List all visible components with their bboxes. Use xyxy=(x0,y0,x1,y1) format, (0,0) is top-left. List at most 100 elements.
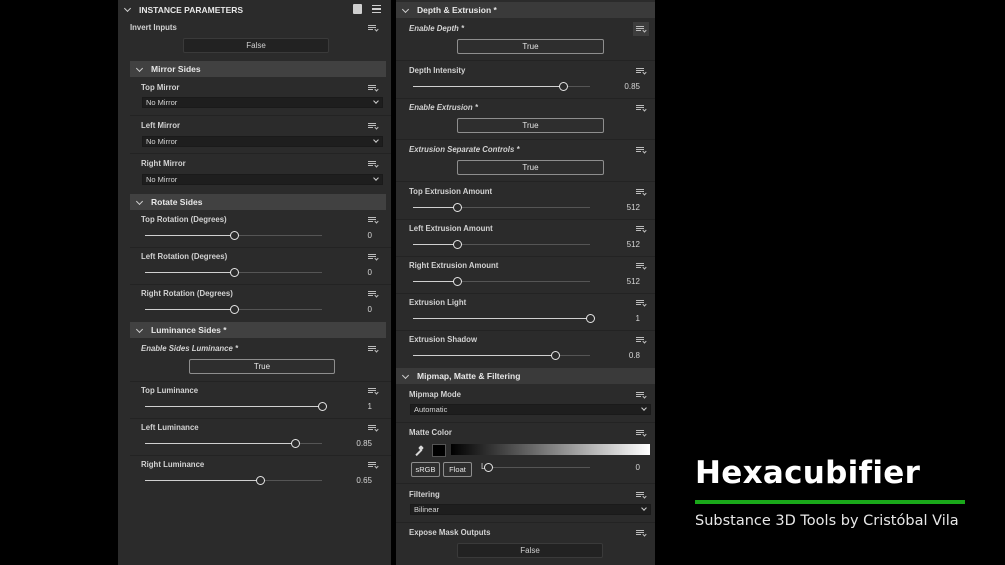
slider-handle[interactable] xyxy=(256,476,265,485)
top-rotation-value[interactable]: 0 xyxy=(332,231,372,240)
matte-gradient-bar[interactable] xyxy=(451,444,650,455)
preset-icon[interactable] xyxy=(353,4,362,14)
filtering-label: Filtering xyxy=(409,490,440,499)
extrusion-light-value[interactable]: 1 xyxy=(600,314,640,323)
invert-inputs-toggle[interactable]: False xyxy=(183,38,329,53)
left-extrusion-amount-value[interactable]: 512 xyxy=(600,240,640,249)
parameter-menu-icon[interactable] xyxy=(368,424,379,432)
left-luminance-slider[interactable] xyxy=(145,439,322,448)
parameter-menu-icon[interactable] xyxy=(636,336,647,344)
float-button[interactable]: Float xyxy=(443,462,472,477)
left-rotation-slider[interactable] xyxy=(145,268,322,277)
filtering-select[interactable]: Bilinear xyxy=(410,504,651,515)
parameter-menu-icon[interactable] xyxy=(368,216,379,224)
depth-extrusion-header[interactable]: Depth & Extrusion * xyxy=(396,2,655,18)
instance-parameters-header[interactable]: INSTANCE PARAMETERS xyxy=(118,1,391,18)
parameter-menu-icon[interactable] xyxy=(636,225,647,233)
slider-handle[interactable] xyxy=(551,351,560,360)
parameter-menu-icon[interactable] xyxy=(636,67,647,75)
parameter-menu-icon[interactable] xyxy=(636,146,647,154)
extrusion-shadow-value[interactable]: 0.8 xyxy=(600,351,640,360)
top-luminance-value[interactable]: 1 xyxy=(332,402,372,411)
parameter-menu-icon[interactable] xyxy=(368,345,379,353)
slider-handle[interactable] xyxy=(586,314,595,323)
chevron-down-icon[interactable] xyxy=(136,199,143,206)
top-mirror-select[interactable]: No Mirror xyxy=(142,97,383,108)
parameter-menu-icon[interactable] xyxy=(368,122,379,130)
top-extrusion-amount-label: Top Extrusion Amount xyxy=(409,187,493,196)
section-title: Depth & Extrusion * xyxy=(417,5,497,15)
top-luminance-slider[interactable] xyxy=(145,402,327,411)
parameter-menu-icon[interactable] xyxy=(368,160,379,168)
left-rotation-label: Left Rotation (Degrees) xyxy=(141,252,228,261)
parameter-menu-icon[interactable] xyxy=(368,253,379,261)
right-luminance-slider[interactable] xyxy=(145,476,322,485)
top-extrusion-amount-slider[interactable] xyxy=(413,203,590,212)
rotate-sides-header[interactable]: Rotate Sides xyxy=(130,194,386,210)
left-luminance-value[interactable]: 0.85 xyxy=(332,439,372,448)
mipmap-mode-select[interactable]: Automatic xyxy=(410,404,651,415)
matte-color-swatch[interactable] xyxy=(432,444,446,457)
left-extrusion-amount-slider[interactable] xyxy=(413,240,590,249)
eyedropper-icon[interactable] xyxy=(414,445,424,456)
right-extrusion-amount-value[interactable]: 512 xyxy=(600,277,640,286)
matte-luminance-value[interactable]: 0 xyxy=(600,463,640,472)
enable-depth-toggle[interactable]: True xyxy=(457,39,604,54)
slider-handle[interactable] xyxy=(230,231,239,240)
enable-extrusion-toggle[interactable]: True xyxy=(457,118,604,133)
parameter-menu-icon[interactable] xyxy=(636,299,647,307)
right-mirror-select[interactable]: No Mirror xyxy=(142,174,383,185)
left-mirror-select[interactable]: No Mirror xyxy=(142,136,383,147)
enable-sides-luminance-toggle[interactable]: True xyxy=(189,359,335,374)
slider-handle[interactable] xyxy=(230,305,239,314)
parameter-menu-icon[interactable] xyxy=(633,22,649,36)
parameter-menu-icon[interactable] xyxy=(368,84,379,92)
extrusion-light-slider[interactable] xyxy=(413,314,595,323)
slider-handle[interactable] xyxy=(318,402,327,411)
chevron-down-icon[interactable] xyxy=(124,6,131,13)
parameter-menu-icon[interactable] xyxy=(636,391,647,399)
slider-handle[interactable] xyxy=(291,439,300,448)
chevron-down-icon[interactable] xyxy=(136,327,143,334)
slider-handle[interactable] xyxy=(484,463,493,472)
slider-handle[interactable] xyxy=(453,203,462,212)
slider-handle[interactable] xyxy=(453,277,462,286)
right-luminance-value[interactable]: 0.65 xyxy=(332,476,372,485)
slider-handle[interactable] xyxy=(230,268,239,277)
parameter-menu-icon[interactable] xyxy=(368,290,379,298)
top-extrusion-amount-value[interactable]: 512 xyxy=(600,203,640,212)
top-luminance-label: Top Luminance xyxy=(141,386,199,395)
parameter-menu-icon[interactable] xyxy=(636,188,647,196)
srgb-button[interactable]: sRGB xyxy=(411,462,440,477)
parameter-menu-icon[interactable] xyxy=(636,429,647,437)
luminance-sides-header[interactable]: Luminance Sides * xyxy=(130,322,386,338)
right-rotation-slider[interactable] xyxy=(145,305,322,314)
parameter-menu-icon[interactable] xyxy=(636,104,647,112)
mirror-sides-header[interactable]: Mirror Sides xyxy=(130,61,386,77)
chevron-down-icon[interactable] xyxy=(136,66,143,73)
parameter-menu-icon[interactable] xyxy=(368,387,379,395)
parameter-menu-icon[interactable] xyxy=(636,262,647,270)
right-rotation-value[interactable]: 0 xyxy=(332,305,372,314)
expose-mask-outputs-toggle[interactable]: False xyxy=(457,543,603,558)
left-rotation-value[interactable]: 0 xyxy=(332,268,372,277)
left-luminance-label: Left Luminance xyxy=(141,423,199,432)
top-rotation-slider[interactable] xyxy=(145,231,322,240)
depth-intensity-value[interactable]: 0.85 xyxy=(600,82,640,91)
enable-depth-label: Enable Depth * xyxy=(409,24,465,33)
depth-intensity-slider[interactable] xyxy=(413,82,590,91)
menu-icon[interactable] xyxy=(372,5,381,13)
chevron-down-icon[interactable] xyxy=(402,373,409,380)
parameter-menu-icon[interactable] xyxy=(636,529,647,537)
right-extrusion-amount-slider[interactable] xyxy=(413,277,590,286)
chevron-down-icon[interactable] xyxy=(402,7,409,14)
slider-handle[interactable] xyxy=(453,240,462,249)
extrusion-separate-controls-toggle[interactable]: True xyxy=(457,160,604,175)
parameter-menu-icon[interactable] xyxy=(368,24,379,32)
mipmap-matte-filtering-header[interactable]: Mipmap, Matte & Filtering xyxy=(396,368,655,384)
extrusion-shadow-slider[interactable] xyxy=(413,351,590,360)
parameter-menu-icon[interactable] xyxy=(636,491,647,499)
parameter-menu-icon[interactable] xyxy=(368,461,379,469)
matte-luminance-slider[interactable] xyxy=(484,463,590,472)
slider-handle[interactable] xyxy=(559,82,568,91)
